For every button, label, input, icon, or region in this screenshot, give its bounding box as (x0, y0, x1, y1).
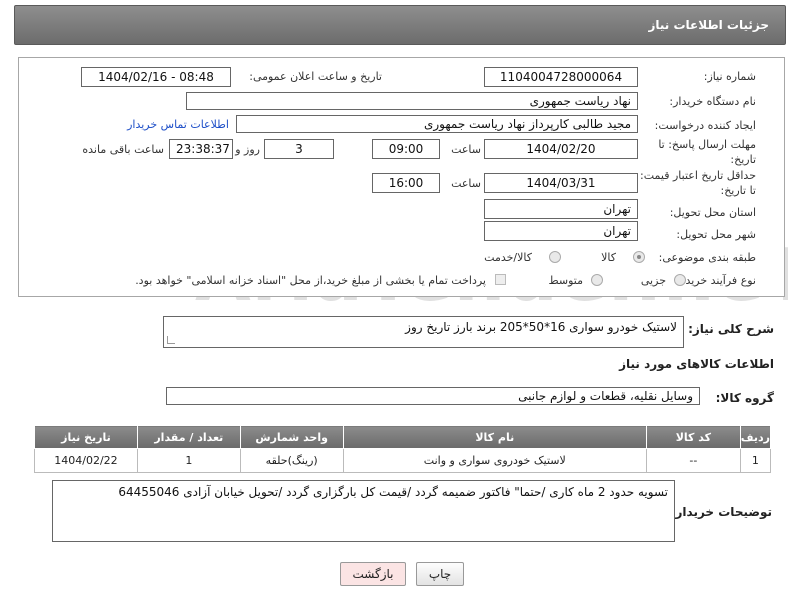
remaining-days-field: 3 (264, 139, 334, 159)
announce-date-label: تاریخ و ساعت اعلان عمومی: (249, 70, 382, 83)
col-code: کد کالا (645, 425, 741, 449)
price-time-label: ساعت (451, 177, 481, 190)
province-field: تهران (484, 199, 638, 219)
cell-unit: (رینگ)حلقه (239, 448, 344, 473)
category-goods-service-radio[interactable] (549, 251, 561, 263)
category-goods-service-label: کالا/خدمت (484, 251, 532, 264)
requester-label: ایجاد کننده درخواست: (654, 119, 756, 132)
description-label: شرح کلی نیاز: (688, 322, 774, 336)
process-medium-label: متوسط (548, 274, 583, 287)
cell-name: لاستیک خودروی سواری و وانت (342, 448, 647, 473)
price-time-field: 16:00 (372, 173, 440, 193)
price-validity-label: حداقل تاریخ اعتبار قیمت: (640, 169, 756, 182)
description-field: لاستیک خودرو سواری 16*50*205 برند بارز ت… (163, 316, 684, 348)
goods-section-title: اطلاعات کالاهای مورد نیاز (619, 357, 774, 371)
remaining-time-field: 23:38:37 (169, 139, 233, 159)
table-row: 1 -- لاستیک خودروی سواری و وانت (رینگ)حل… (34, 448, 772, 473)
buyer-org-label: نام دستگاه خریدار: (669, 95, 756, 108)
col-row: ردیف (739, 425, 772, 449)
process-label: نوع فرآیند خرید : (678, 274, 756, 287)
col-qty: تعداد / مقدار (136, 425, 241, 449)
buyer-org-field: نهاد ریاست جمهوری (186, 92, 638, 110)
remaining-time-label: ساعت باقی مانده (82, 143, 164, 156)
treasury-payment-checkbox[interactable] (495, 274, 506, 285)
process-medium-radio[interactable] (591, 274, 603, 286)
city-field: تهران (484, 221, 638, 241)
requester-field: مجید طالبی کارپرداز نهاد ریاست جمهوری (236, 115, 638, 133)
back-button[interactable]: بازگشت (340, 562, 406, 586)
province-label: استان محل تحویل: (669, 206, 756, 219)
print-button[interactable]: چاپ (416, 562, 464, 586)
goods-table-header: ردیف کد کالا نام کالا واحد شمارش تعداد /… (34, 425, 772, 449)
reply-time-field: 09:00 (372, 139, 440, 159)
need-number-label: شماره نیاز: (703, 70, 756, 83)
cell-qty: 1 (136, 448, 241, 473)
buyer-contact-link[interactable]: اطلاعات تماس خریدار (127, 118, 229, 131)
price-date-field: 1404/03/31 (484, 173, 638, 193)
category-goods-radio[interactable] (633, 251, 645, 263)
reply-deadline-label-date: تاریخ: (730, 153, 756, 166)
col-date: تاریخ نیاز (34, 425, 138, 449)
category-label: طبقه بندی موضوعی: (658, 251, 756, 264)
days-label: روز و (235, 143, 260, 156)
process-small-radio[interactable] (674, 274, 686, 286)
reply-time-label: ساعت (451, 143, 481, 156)
price-validity-label-date: تا تاریخ: (720, 184, 756, 197)
announce-date-field: 1404/02/16 - 08:48 (81, 67, 231, 87)
buyer-notes-label: توضیحات خریدار: (670, 505, 772, 519)
need-number-field: 1104004728000064 (484, 67, 638, 87)
category-goods-label: کالا (601, 251, 616, 264)
buyer-notes-field: تسویه حدود 2 ماه کاری /حتما" فاکتور ضمیم… (52, 480, 675, 542)
cell-code: -- (645, 448, 741, 473)
goods-table: ردیف کد کالا نام کالا واحد شمارش تعداد /… (34, 425, 772, 473)
cell-date: 1404/02/22 (34, 448, 138, 473)
reply-deadline-label: مهلت ارسال پاسخ: تا (658, 138, 756, 151)
city-label: شهر محل تحویل: (676, 228, 756, 241)
goods-group-label: گروه کالا: (715, 391, 774, 405)
need-info-panel: شماره نیاز: 1104004728000064 تاریخ و ساع… (18, 57, 785, 297)
cell-row: 1 (739, 448, 772, 473)
page-title: جزئیات اطلاعات نیاز (648, 18, 769, 32)
goods-group-field: وسایل نقلیه، قطعات و لوازم جانبی (166, 387, 700, 405)
page-header: جزئیات اطلاعات نیاز (14, 5, 786, 45)
col-name: نام کالا (342, 425, 647, 449)
treasury-payment-note: پرداخت تمام یا بخشی از مبلغ خرید،از محل … (135, 274, 486, 287)
col-unit: واحد شمارش (239, 425, 344, 449)
resize-handle-icon[interactable] (167, 336, 175, 344)
reply-date-field: 1404/02/20 (484, 139, 638, 159)
process-small-label: جزیی (640, 274, 666, 287)
